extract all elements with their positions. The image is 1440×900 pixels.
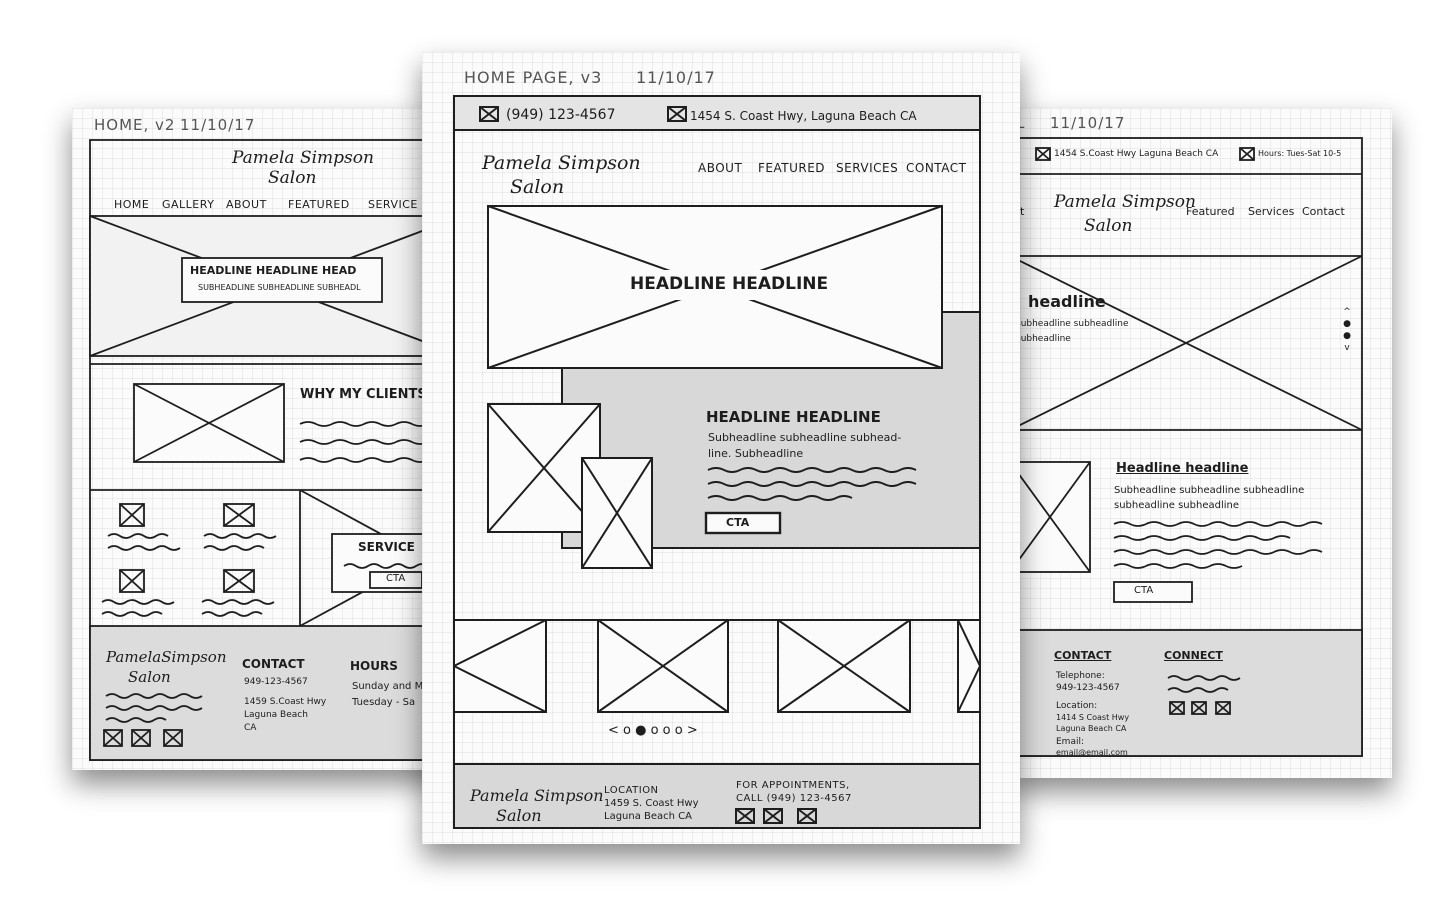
sheet-note-date: 11/10/17 [636,68,716,87]
hours-line1: Sunday and M [352,681,424,692]
brand-name: Pamela Simpson [232,148,374,168]
nav-item-contact[interactable]: Contact [1302,206,1345,217]
why-heading: WHY MY CLIENTS C [300,387,441,402]
feature-headline: Headline headline [1116,461,1249,476]
footer-brand-line2: Salon [496,806,542,825]
footer-brand: Pamela Simpson [470,786,604,805]
nav-item-featured[interactable]: Featured [1186,206,1235,217]
feature-subheadline-1: Subheadline subheadline subhead- [708,431,902,444]
cta-button[interactable]: CTA [726,517,749,528]
nav-item-services[interactable]: Services [1248,206,1294,217]
contact-address-line2: Laguna Beach [244,710,308,720]
topbar-hours: Hours: Tues-Sat 10-5 [1258,149,1342,158]
feature-subheadline-1: Subheadline subheadline subheadline [1114,485,1305,496]
nav-item-gallery[interactable]: GALLERY [162,199,214,210]
topbar-address: 1454 S. Coast Hwy, Laguna Beach CA [690,109,917,123]
email-label: Email: [1056,737,1085,747]
nav-item-about[interactable]: ABOUT [698,162,742,174]
footer-brand-line2: Salon [128,668,171,686]
appointments-line1: FOR APPOINTMENTS, [736,780,850,791]
location-heading: LOCATION [604,785,659,796]
sheet-note-date: 11/10/17 [180,116,256,134]
hours-line2: Tuesday - Sa [352,697,416,708]
contact-heading: CONTACT [1054,649,1112,662]
location-line1: 1414 S Coast Hwy [1056,713,1130,722]
nav-item-featured[interactable]: FEATURED [758,162,825,174]
sheet-note-title: HOME, v2 [94,116,176,134]
carousel-controls-vertical[interactable]: ^ ● ● v [1342,306,1352,354]
brand-name: Pamela Simpson [482,152,641,174]
nav-item-partial[interactable]: t [1020,206,1024,217]
brand-name: Pamela Simpson [1054,192,1196,212]
telephone-label: Telephone: [1056,671,1105,681]
contact-heading: CONTACT [242,657,305,671]
nav-item-service[interactable]: SERVICE [368,199,418,210]
topbar-phone: (949) 123-4567 [506,107,616,123]
contact-address-line1: 1459 S.Coast Hwy [244,697,327,707]
location-label: Location: [1056,701,1098,711]
sheet-note-date: 11/10/17 [1050,114,1126,132]
sketch-sheet-home-v3: HOME PAGE, v3 11/10/17 (949) 123-4567 14… [422,52,1020,844]
hero-headline: HEADLINE HEADLINE [630,274,829,294]
cta-button[interactable]: CTA [1134,586,1153,596]
appointments-line2: CALL (949) 123-4567 [736,793,852,804]
nav-item-about[interactable]: ABOUT [226,199,267,210]
brand-name-line2: Salon [510,176,565,198]
contact-phone: 949-123-4567 [244,677,308,687]
feature-subheadline-2: line. Subheadline [708,447,804,460]
hero-subheadline-1: subheadline subheadline [1016,319,1129,329]
footer-brand: PamelaSimpson [106,648,227,666]
nav-item-home[interactable]: HOME [114,199,149,210]
sheet-note-title: HOME PAGE, v3 [464,68,603,87]
nav-item-featured[interactable]: FEATURED [288,199,350,210]
hours-heading: HOURS [350,659,398,673]
sketch-sheet-home-v2: HOME, v2 11/10/17 Pamela Simpson Salon H… [72,108,463,770]
location-line2: Laguna Beach CA [604,811,693,822]
hero-headline: HEADLINE HEADLINE HEAD [190,264,357,277]
location-line2: Laguna Beach CA [1056,724,1127,733]
hero-subheadline-2: subheadline [1016,334,1071,344]
hero-headline: headline [1028,292,1106,311]
nav-item-contact[interactable]: CONTACT [906,162,966,174]
services-label: SERVICE [358,540,415,554]
carousel-pagination[interactable]: < o ● o o o > [608,724,698,737]
brand-name-line2: Salon [268,168,317,188]
cta-button[interactable]: CTA [386,574,405,584]
telephone-value: 949-123-4567 [1056,683,1120,693]
brand-name-line2: Salon [1084,216,1133,236]
sketch-sheet-home-right: L 11/10/17 1454 S.Coast Hwy Laguna Beach… [1009,108,1392,778]
email-value: email@email.com [1056,748,1128,757]
nav-item-services[interactable]: SERVICES [836,162,898,174]
contact-address-line3: CA [244,723,257,733]
connect-heading: CONNECT [1164,649,1223,662]
feature-headline: HEADLINE HEADLINE [706,408,881,426]
location-line1: 1459 S. Coast Hwy [604,798,699,809]
feature-subheadline-2: subheadline subheadline [1114,500,1239,511]
hero-subheadline: SUBHEADLINE SUBHEADLINE SUBHEADL [198,283,361,292]
topbar-address: 1454 S.Coast Hwy Laguna Beach CA [1054,149,1219,159]
